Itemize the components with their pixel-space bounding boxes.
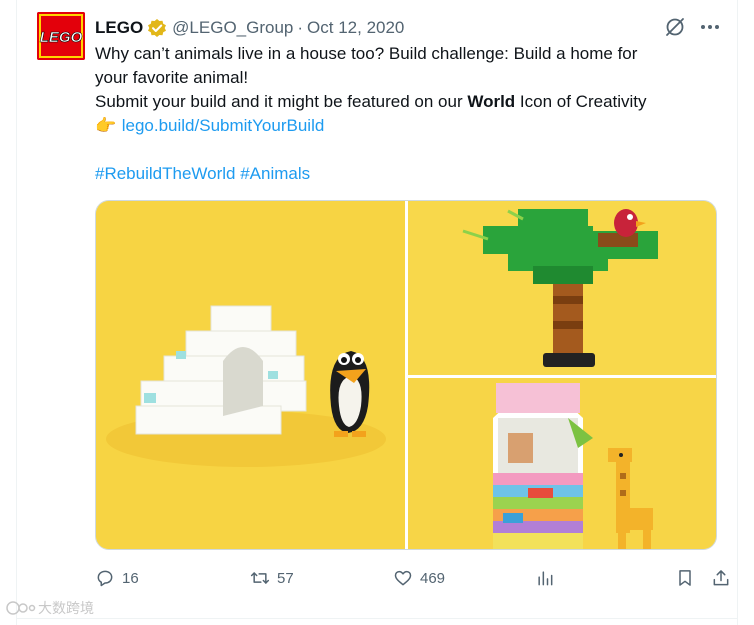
views-button[interactable] bbox=[535, 566, 555, 590]
watermark: 大数跨境 bbox=[6, 598, 94, 618]
bold-word: World bbox=[467, 92, 516, 111]
reply-icon bbox=[97, 570, 113, 587]
bookmark-button[interactable] bbox=[675, 566, 695, 590]
share-icon bbox=[713, 570, 729, 586]
hashtag-rebuild-the-world[interactable]: #RebuildTheWorld bbox=[95, 164, 235, 183]
user-handle[interactable]: @LEGO_Group bbox=[172, 18, 293, 38]
media-image-house-giraffe[interactable] bbox=[408, 378, 716, 549]
tweet-text: Why can’t animals live in a house too? B… bbox=[95, 42, 715, 186]
tweet-link-line: 👉 lego.build/SubmitYourBuild bbox=[95, 114, 715, 138]
watermark-logo-icon bbox=[6, 601, 36, 615]
avatar[interactable]: LEGO bbox=[37, 12, 85, 60]
repost-icon bbox=[250, 572, 270, 584]
share-button[interactable] bbox=[711, 566, 731, 590]
hashtag-line: #RebuildTheWorld #Animals bbox=[95, 162, 715, 186]
hashtag-animals[interactable]: #Animals bbox=[240, 164, 310, 183]
separator-dot: · bbox=[297, 18, 304, 37]
analytics-bar-chart-icon bbox=[538, 571, 553, 586]
avatar-logo-text: LEGO bbox=[40, 29, 83, 46]
reply-button[interactable]: 16 bbox=[95, 566, 139, 590]
media-image-tree-bird[interactable] bbox=[408, 201, 716, 375]
tweet-text-line-3: Submit your build and it might be featur… bbox=[95, 90, 715, 114]
verified-badge-icon[interactable] bbox=[147, 18, 167, 38]
tweet-text-line-3-start: Submit your build and it might be featur… bbox=[95, 92, 468, 111]
divider bbox=[16, 618, 738, 619]
house-shape bbox=[493, 383, 593, 549]
bookmark-icon bbox=[679, 570, 691, 586]
grok-icon[interactable] bbox=[664, 16, 686, 38]
more-options-icon[interactable] bbox=[698, 16, 722, 38]
display-name[interactable]: LEGO bbox=[95, 18, 143, 38]
media-grid bbox=[95, 200, 717, 550]
pointing-hand-emoji-icon: 👉 bbox=[95, 116, 117, 135]
tweet-text-line-1: Why can’t animals live in a house too? B… bbox=[95, 44, 638, 63]
tweet-text-line-3-end: Icon of Creativity bbox=[515, 92, 647, 111]
media-image-igloo-penguin[interactable] bbox=[96, 201, 405, 549]
tweet-text-line-2: your favorite animal! bbox=[95, 68, 249, 87]
like-button[interactable]: 469 bbox=[393, 566, 445, 590]
like-count: 469 bbox=[420, 569, 446, 587]
heart-icon bbox=[394, 570, 412, 586]
repost-button[interactable]: 57 bbox=[250, 566, 294, 590]
tweet-date[interactable]: Oct 12, 2020 bbox=[307, 18, 404, 38]
repost-count: 57 bbox=[277, 569, 294, 587]
reply-count: 16 bbox=[122, 569, 139, 587]
watermark-text: 大数跨境 bbox=[38, 600, 94, 616]
tweet-card[interactable]: LEGO LEGO @LEGO_Group · Oct 12, 2020 Why… bbox=[16, 0, 738, 625]
tweet-header: LEGO @LEGO_Group · Oct 12, 2020 bbox=[95, 16, 404, 40]
action-bar: 16 57 469 bbox=[95, 566, 729, 590]
submit-build-link[interactable]: lego.build/SubmitYourBuild bbox=[122, 116, 325, 135]
